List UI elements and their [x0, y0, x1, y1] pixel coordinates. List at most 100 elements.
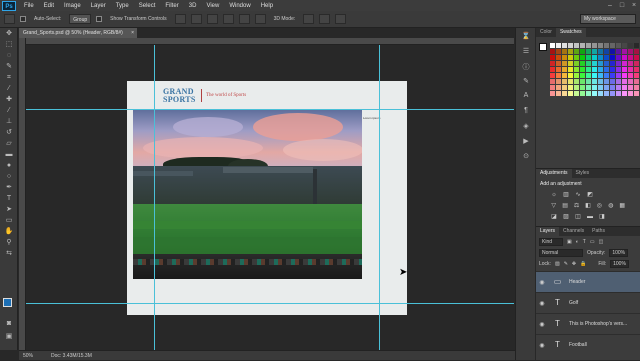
blur-tool-icon[interactable]: ●: [2, 161, 16, 171]
swatch[interactable]: [622, 79, 627, 84]
paragraph-icon[interactable]: ¶: [520, 107, 532, 118]
color-balance-icon[interactable]: ⚖: [573, 203, 580, 210]
swatch[interactable]: [586, 73, 591, 78]
swatch[interactable]: [550, 49, 555, 54]
swatch[interactable]: [634, 67, 639, 72]
swatch[interactable]: [592, 85, 597, 90]
dodge-tool-icon[interactable]: ○: [2, 172, 16, 182]
swatch[interactable]: [574, 61, 579, 66]
layer-row[interactable]: ◉ T Golf: [536, 292, 640, 313]
eyedropper-tool-icon[interactable]: ⁄: [2, 84, 16, 94]
swatch[interactable]: [556, 73, 561, 78]
maximize-button[interactable]: □: [616, 2, 628, 9]
3d-pan-icon[interactable]: [335, 14, 347, 24]
guide-vertical[interactable]: [379, 45, 380, 350]
zoom-tool-icon[interactable]: ⚲: [2, 238, 16, 248]
swatch[interactable]: [628, 67, 633, 72]
swatch[interactable]: [562, 91, 567, 96]
vibrance-icon[interactable]: ▽: [550, 203, 557, 210]
current-color-swatch[interactable]: [539, 43, 547, 51]
swatch[interactable]: [574, 55, 579, 60]
swatch[interactable]: [580, 67, 585, 72]
swatch[interactable]: [610, 85, 615, 90]
swatch[interactable]: [598, 67, 603, 72]
menu-file[interactable]: File: [19, 3, 39, 9]
swatch[interactable]: [622, 85, 627, 90]
swatch[interactable]: [580, 55, 585, 60]
visibility-eye-icon[interactable]: ◉: [536, 321, 548, 328]
swatch[interactable]: [586, 85, 591, 90]
tab-adjustments[interactable]: Adjustments: [536, 169, 572, 178]
curves-icon[interactable]: ∿: [574, 192, 582, 199]
swatch[interactable]: [580, 61, 585, 66]
blend-mode-dropdown[interactable]: Normal: [539, 248, 583, 257]
swatch[interactable]: [586, 79, 591, 84]
selective-color-icon[interactable]: ◨: [598, 214, 606, 221]
swatch[interactable]: [610, 91, 615, 96]
hue-saturation-icon[interactable]: ▤: [561, 203, 568, 210]
horizontal-ruler[interactable]: [26, 38, 514, 45]
menu-window[interactable]: Window: [224, 3, 255, 9]
menu-select[interactable]: Select: [134, 3, 161, 9]
menu-type[interactable]: Type: [111, 3, 134, 9]
swatch[interactable]: [616, 67, 621, 72]
menu-layer[interactable]: Layer: [86, 3, 111, 9]
swatch[interactable]: [604, 61, 609, 66]
filter-pixel-icon[interactable]: ▣: [567, 239, 572, 245]
gradient-tool-icon[interactable]: ▬: [2, 150, 16, 160]
swatch[interactable]: [550, 55, 555, 60]
layer-row[interactable]: ◉ ▭ Header: [536, 271, 640, 292]
swatch[interactable]: [634, 49, 639, 54]
fill-field[interactable]: 100%: [610, 259, 629, 268]
move-tool-preset-button[interactable]: [4, 14, 15, 24]
marquee-tool-icon[interactable]: ⬚: [2, 40, 16, 50]
swatch[interactable]: [556, 91, 561, 96]
swatch[interactable]: [622, 61, 627, 66]
shape-tool-icon[interactable]: ▭: [2, 216, 16, 226]
swatch[interactable]: [550, 91, 555, 96]
swatch[interactable]: [562, 43, 567, 48]
swatch[interactable]: [604, 85, 609, 90]
eraser-tool-icon[interactable]: ▱: [2, 139, 16, 149]
swatch[interactable]: [592, 61, 597, 66]
swatch[interactable]: [598, 55, 603, 60]
swatch[interactable]: [592, 55, 597, 60]
swatch[interactable]: [568, 55, 573, 60]
properties-icon[interactable]: ☰: [520, 47, 532, 58]
swatch[interactable]: [586, 55, 591, 60]
swatch[interactable]: [574, 67, 579, 72]
guide-vertical[interactable]: [154, 45, 155, 350]
gradient-map-icon[interactable]: ▬: [586, 214, 594, 221]
foreground-color-swatch[interactable]: [3, 298, 12, 307]
tab-styles[interactable]: Styles: [572, 169, 594, 178]
swatch[interactable]: [568, 79, 573, 84]
swatch[interactable]: [610, 61, 615, 66]
swatch[interactable]: [556, 49, 561, 54]
swatch[interactable]: [604, 67, 609, 72]
auto-select-dropdown[interactable]: Group: [69, 14, 92, 24]
crop-tool-icon[interactable]: ⌗: [2, 73, 16, 83]
swap-colors-icon[interactable]: ⇆: [2, 249, 16, 259]
swatch[interactable]: [628, 55, 633, 60]
swatch[interactable]: [580, 73, 585, 78]
swatch[interactable]: [556, 85, 561, 90]
swatch[interactable]: [634, 85, 639, 90]
minimize-button[interactable]: –: [604, 2, 616, 9]
swatch[interactable]: [550, 85, 555, 90]
menu-edit[interactable]: Edit: [39, 3, 59, 9]
posterize-icon[interactable]: ▨: [562, 214, 570, 221]
lock-all-icon[interactable]: 🔒: [580, 261, 586, 267]
swatch[interactable]: [568, 43, 573, 48]
menu-view[interactable]: View: [201, 3, 224, 9]
swatch[interactable]: [574, 79, 579, 84]
pen-tool-icon[interactable]: ✒: [2, 183, 16, 193]
swatch[interactable]: [556, 61, 561, 66]
move-tool-icon[interactable]: ✥: [2, 29, 16, 39]
swatch[interactable]: [622, 91, 627, 96]
tab-channels[interactable]: Channels: [559, 227, 588, 236]
swatch[interactable]: [634, 61, 639, 66]
swatch[interactable]: [550, 67, 555, 72]
visibility-eye-icon[interactable]: ◉: [536, 279, 548, 286]
swatch[interactable]: [592, 73, 597, 78]
swatch[interactable]: [562, 85, 567, 90]
